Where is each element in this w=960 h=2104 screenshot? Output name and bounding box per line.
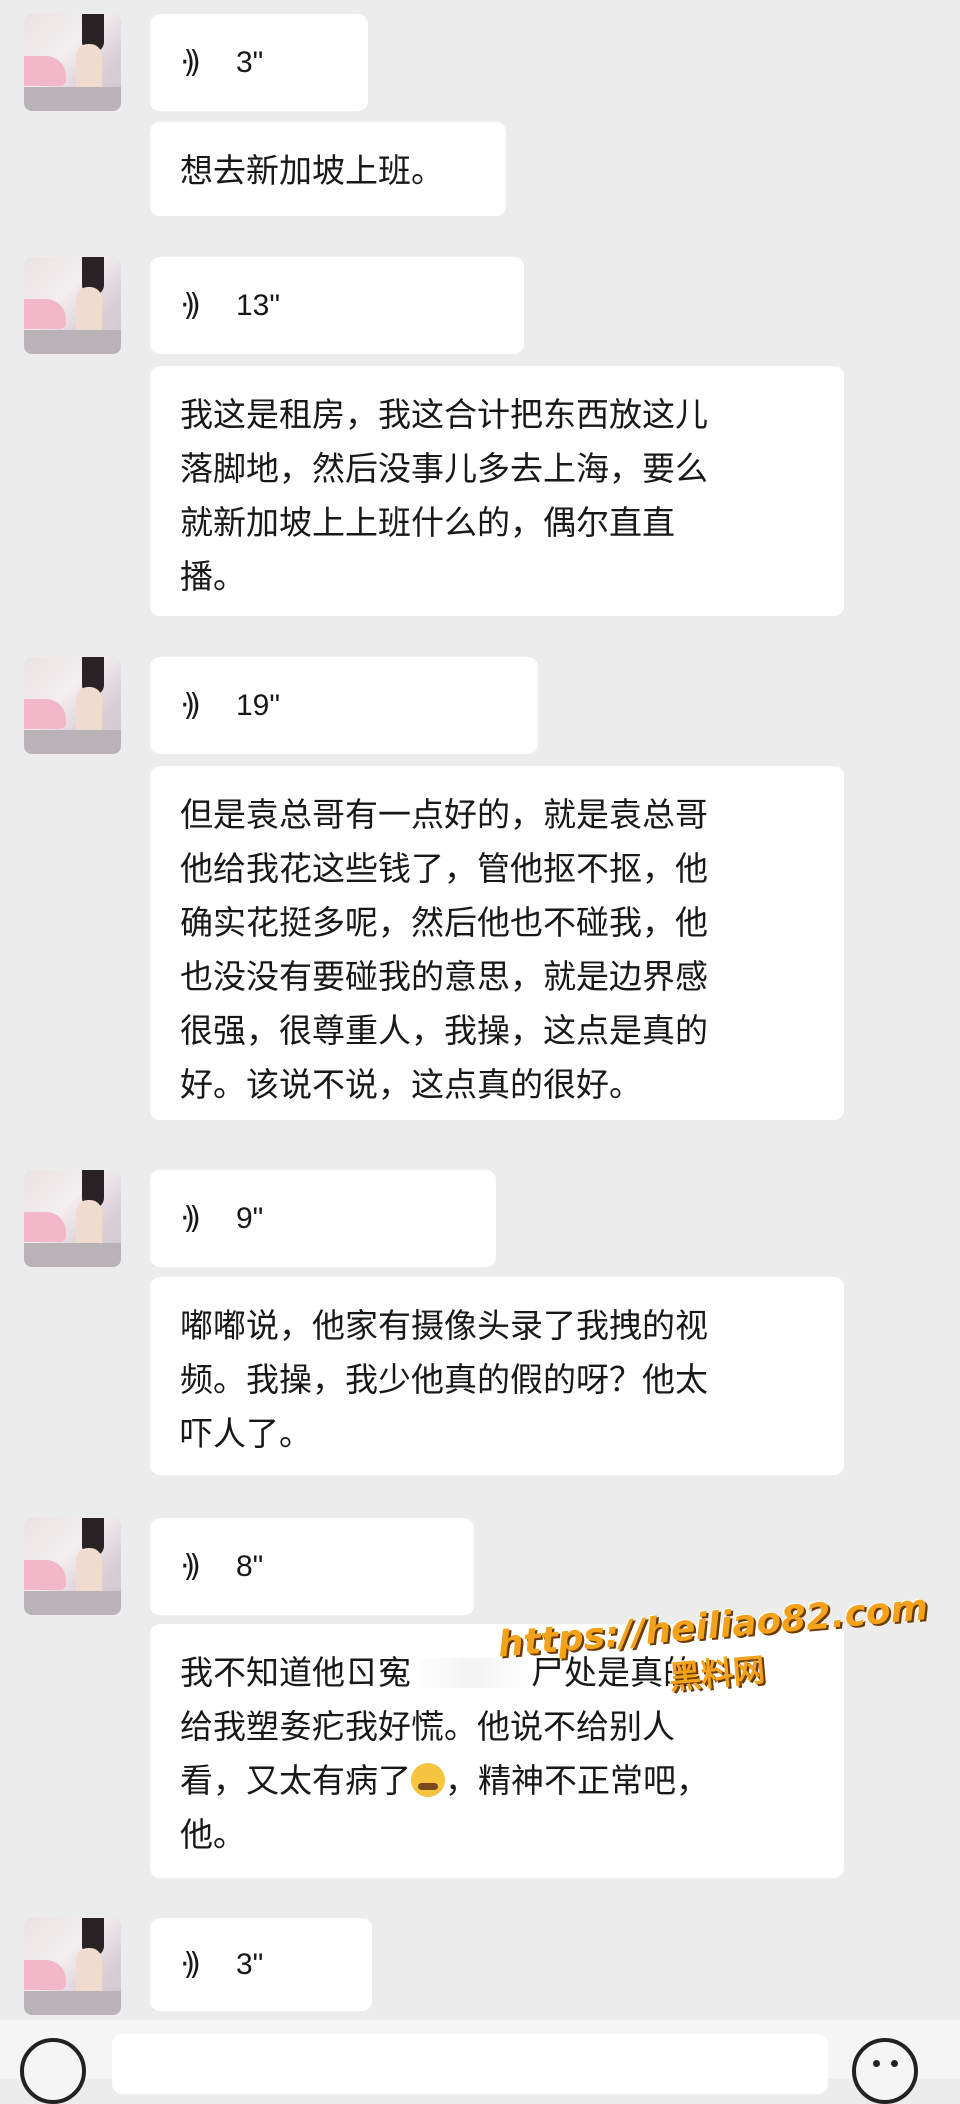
- message-line: 很强，很尊重人，我操，这点是真的: [180, 1011, 708, 1050]
- voice-message-bubble[interactable]: ·)) 8": [150, 1518, 474, 1615]
- voice-duration: 19": [236, 688, 281, 722]
- text-message-bubble[interactable]: 嘟嘟说，他家有摄像头录了我拽的视 频。我操，我少他真的假的呀？他太 吓人了。: [150, 1277, 844, 1475]
- voice-duration: 9": [236, 1201, 264, 1235]
- crying-face-emoji-icon: [411, 1763, 445, 1797]
- voice-duration: 3": [236, 45, 264, 79]
- message-line: 频。我操，我少他真的假的呀？他太: [180, 1360, 708, 1399]
- contact-avatar[interactable]: [24, 14, 121, 111]
- message-fragment: 看，又太有病了: [180, 1761, 411, 1800]
- contact-avatar[interactable]: [24, 657, 121, 754]
- voice-wave-icon: ·)): [180, 288, 201, 323]
- message-fragment: 我不知道他ㄖ寃: [180, 1653, 411, 1692]
- contact-avatar[interactable]: [24, 257, 121, 354]
- voice-duration: 8": [236, 1549, 264, 1583]
- text-message-bubble[interactable]: 我这是租房，我这合计把东西放这儿 落脚地，然后没事儿多去上海，要么 就新加坡上上…: [150, 366, 844, 616]
- contact-avatar[interactable]: [24, 1170, 121, 1267]
- chat-history: ·)) 3" 想去新加坡上班。 ·)) 13" 我这是租房，我这合计把东西放这儿…: [0, 0, 960, 2104]
- voice-duration: 13": [236, 288, 281, 322]
- voice-wave-icon: ·)): [180, 1549, 201, 1584]
- text-message-bubble[interactable]: 但是袁总哥有一点好的，就是袁总哥 他给我花这些钱了，管他抠不抠，他 确实花挺多呢…: [150, 766, 844, 1120]
- voice-message-bubble[interactable]: ·)) 19": [150, 657, 538, 754]
- message-line: 也没没有要碰我的意思，就是边界感: [180, 957, 708, 996]
- message-input-bar: [0, 2020, 960, 2104]
- message-fragment: ，精神不正常吧，: [445, 1761, 709, 1800]
- voice-wave-icon: ·)): [180, 45, 201, 80]
- voice-duration: 3": [236, 1947, 264, 1981]
- message-input[interactable]: [112, 2034, 828, 2094]
- message-line: 我这是租房，我这合计把东西放这儿: [180, 395, 708, 434]
- message-line: 确实花挺多呢，然后他也不碰我，他: [180, 903, 708, 942]
- message-line: 他。: [180, 1815, 246, 1854]
- message-line: 他给我花这些钱了，管他抠不抠，他: [180, 849, 708, 888]
- voice-message-bubble[interactable]: ·)) 3": [150, 14, 368, 111]
- contact-avatar[interactable]: [24, 1918, 121, 2015]
- voice-mode-icon[interactable]: [20, 2038, 86, 2104]
- contact-avatar[interactable]: [24, 1518, 121, 1615]
- message-line: 落脚地，然后没事儿多去上海，要么: [180, 449, 708, 488]
- message-line: 就新加坡上上班什么的，偶尔直直: [180, 503, 675, 542]
- message-line: 看，又太有病了 ，精神不正常吧，: [180, 1754, 814, 1808]
- message-line: 好。该说不说，这点真的很好。: [180, 1065, 642, 1104]
- message-line: 但是袁总哥有一点好的，就是袁总哥: [180, 795, 708, 834]
- voice-message-bubble[interactable]: ·)) 3": [150, 1918, 372, 2011]
- voice-message-bubble[interactable]: ·)) 9": [150, 1170, 496, 1267]
- message-line: 吓人了。: [180, 1414, 312, 1453]
- voice-message-bubble[interactable]: ·)) 13": [150, 257, 524, 354]
- message-line: 嘟嘟说，他家有摄像头录了我拽的视: [180, 1306, 708, 1345]
- message-line: 想去新加坡上班。: [180, 151, 444, 190]
- voice-wave-icon: ·)): [180, 1947, 201, 1982]
- message-line: 播。: [180, 557, 246, 596]
- voice-wave-icon: ·)): [180, 1201, 201, 1236]
- emoji-smiley-icon[interactable]: [852, 2038, 918, 2104]
- voice-wave-icon: ·)): [180, 688, 201, 723]
- text-message-bubble[interactable]: 想去新加坡上班。: [150, 122, 506, 216]
